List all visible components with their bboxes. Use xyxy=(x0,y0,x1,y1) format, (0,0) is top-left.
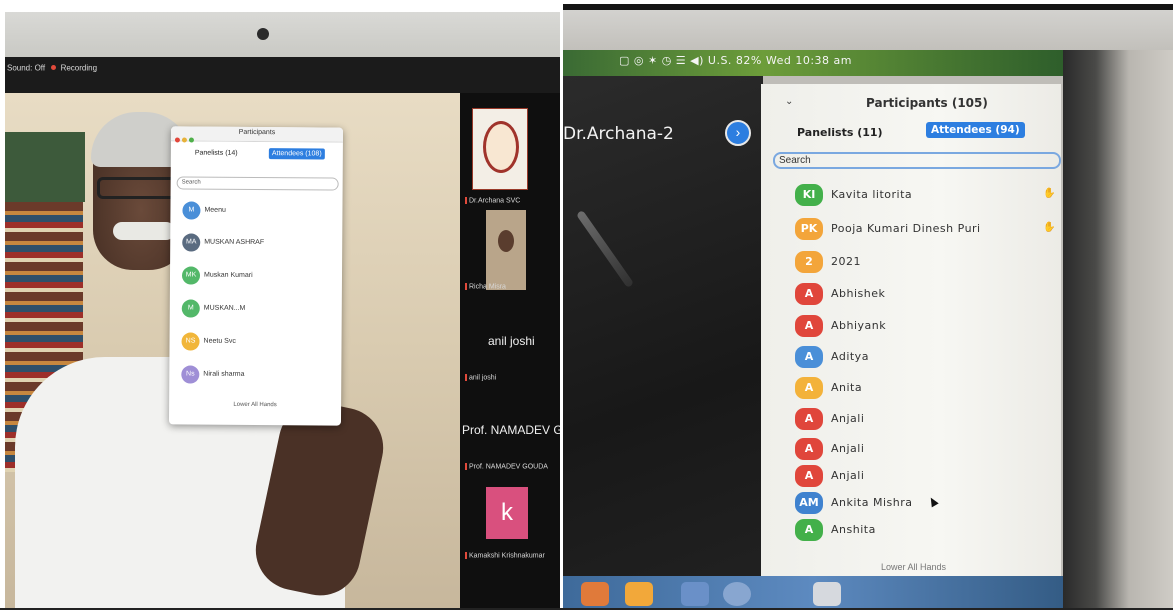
avatar: NS xyxy=(181,332,200,351)
menubar-status: ▢ ◎ ✶ ◷ ☰ ◀) U.S. 82% Wed 10:38 am xyxy=(619,54,852,67)
tile-label: Richa Misra xyxy=(465,283,506,290)
participant-name: Kavita litorita xyxy=(831,188,913,201)
monitor-edge xyxy=(1063,50,1173,610)
participant-name: Neetu Svc xyxy=(203,337,236,345)
tile-label: Kamakshi Krishnakumar xyxy=(465,552,545,559)
avatar: M xyxy=(181,299,200,318)
participants-panel: ⌄ Participants (105) Panelists (11) Atte… xyxy=(761,84,1061,576)
avatar: A xyxy=(795,408,823,430)
dock-vlc-icon[interactable] xyxy=(625,582,653,606)
participant-name: Ankita Mishra xyxy=(831,496,913,509)
avatar: MA xyxy=(182,233,201,252)
speaker-mustache xyxy=(113,222,175,240)
participant-name: MUSKAN ASHRAF xyxy=(204,238,265,247)
participant-face xyxy=(498,230,514,252)
tile-big-name: anil joshi xyxy=(488,334,535,348)
lower-all-hands-button[interactable]: Lower All Hands xyxy=(881,562,946,572)
panel-tabs: Panelists (14) Attendees (108) xyxy=(171,141,343,168)
dock-trash-icon[interactable] xyxy=(813,582,841,606)
panel-title: Participants xyxy=(238,128,276,137)
search-input[interactable]: Search xyxy=(176,176,339,191)
raised-hand-icon: ✋ xyxy=(1043,188,1056,199)
avatar: A xyxy=(795,438,823,460)
dock-safari-icon[interactable] xyxy=(723,582,751,606)
recording-label: Recording xyxy=(60,63,98,73)
avatar: MK xyxy=(181,266,201,285)
avatar: A xyxy=(795,346,823,368)
tile-label: anil joshi xyxy=(465,374,496,381)
tab-attendees[interactable]: Attendees (94) xyxy=(926,122,1025,138)
participant-name: Anjali xyxy=(831,469,865,482)
chevron-down-icon[interactable]: ⌄ xyxy=(785,96,793,107)
participant-name: Anjali xyxy=(831,442,865,455)
host-name: Dr.Archana-2 xyxy=(563,124,674,144)
recording-status: Sound: Off Recording xyxy=(7,63,97,72)
tile-label: Dr.Archana SVC xyxy=(465,197,520,204)
search-input[interactable]: Search xyxy=(773,152,1061,169)
participant-name: Abhiyank xyxy=(831,319,887,332)
participant-name: Muskan Kumari xyxy=(203,271,253,279)
avatar: 2 xyxy=(795,251,823,273)
tab-panelists[interactable]: Panelists (11) xyxy=(797,126,883,139)
participant-name: 2021 xyxy=(831,255,861,268)
avatar: M xyxy=(182,201,201,220)
participants-panel: Participants Panelists (14) Attendees (1… xyxy=(168,126,344,426)
panel-titlebar: Participants xyxy=(170,126,344,143)
sound-status: Sound: Off xyxy=(7,63,46,73)
avatar: A xyxy=(795,465,823,487)
participant-name: Aditya xyxy=(831,350,869,363)
monitor-bezel xyxy=(5,12,560,57)
participant-name: Abhishek xyxy=(831,287,886,300)
participant-name: Meenu xyxy=(204,206,226,214)
webcam-dot xyxy=(257,28,269,40)
bottom-border xyxy=(0,608,1173,610)
avatar: A xyxy=(795,377,823,399)
tab-attendees[interactable]: Attendees (108) xyxy=(268,148,325,160)
panel-title: Participants (105) xyxy=(866,96,988,110)
avatar: A xyxy=(795,283,823,305)
host-video xyxy=(563,76,763,610)
avatar: Ns xyxy=(181,365,200,384)
tile-camera[interactable] xyxy=(486,210,526,290)
emblem-icon xyxy=(483,121,519,173)
raised-hand-icon: ✋ xyxy=(1043,222,1056,233)
monitor-bezel xyxy=(563,10,1173,50)
right-photo: ▢ ◎ ✶ ◷ ☰ ◀) U.S. 82% Wed 10:38 am Dr.Ar… xyxy=(563,4,1173,610)
background-wall xyxy=(5,132,85,202)
recording-dot-icon xyxy=(51,65,57,71)
participant-name: Nirali sharma xyxy=(203,370,245,378)
tile-label: Prof. NAMADEV GOUDA xyxy=(465,463,548,470)
participant-name: MUSKAN...M xyxy=(203,304,246,312)
participant-name: Anita xyxy=(831,381,863,394)
avatar: A xyxy=(795,519,823,541)
mouse-cursor-icon xyxy=(927,495,939,508)
dock-zoom-icon[interactable] xyxy=(681,582,709,606)
participant-name: Anjali xyxy=(831,412,865,425)
dock-app-icon[interactable] xyxy=(581,582,609,606)
participant-name: Anshita xyxy=(831,523,876,536)
tab-panelists[interactable]: Panelists (14) xyxy=(195,150,238,157)
avatar: KI xyxy=(795,184,823,206)
tile-avatar-letter[interactable]: k xyxy=(486,487,528,539)
avatar: PK xyxy=(795,218,823,240)
lower-all-hands-button[interactable]: Lower All Hands xyxy=(169,401,341,408)
participant-name: Pooja Kumari Dinesh Puri xyxy=(831,222,981,235)
chevron-right-icon[interactable]: › xyxy=(725,120,751,146)
avatar: AM xyxy=(795,492,823,514)
avatar: A xyxy=(795,315,823,337)
tile-logo[interactable] xyxy=(472,108,528,190)
